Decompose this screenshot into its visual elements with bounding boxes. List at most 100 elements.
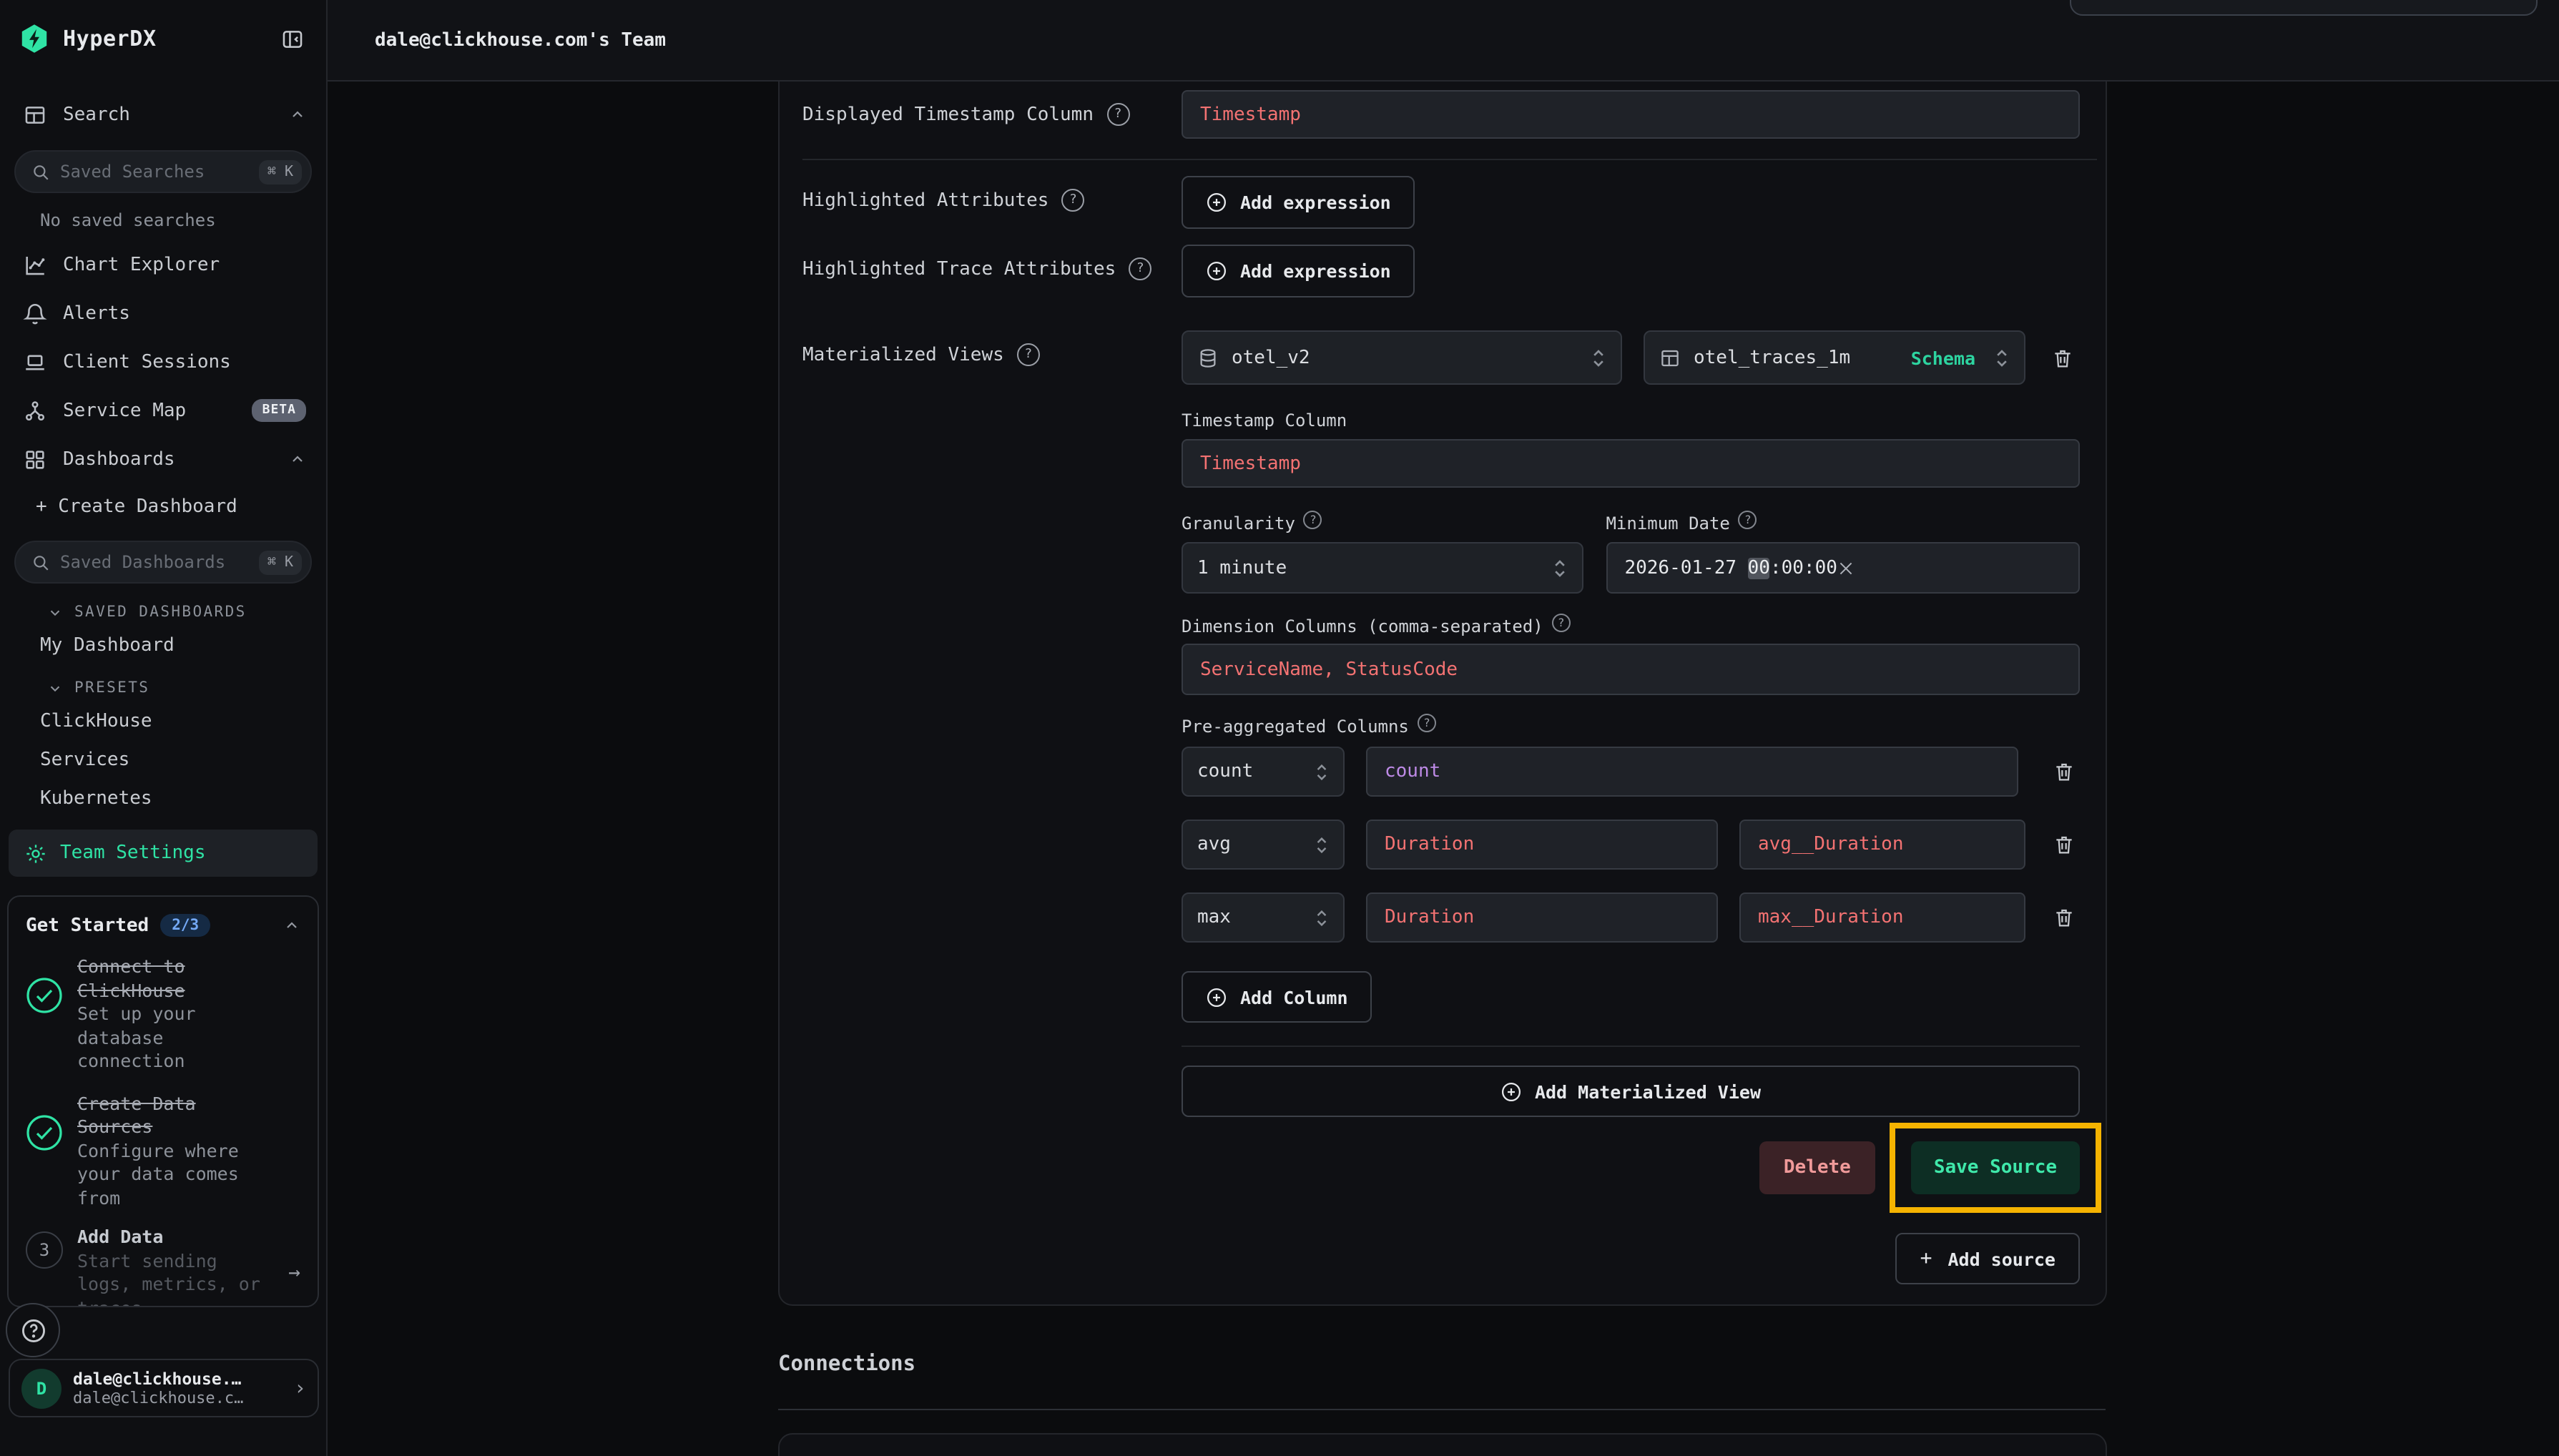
field-label-text: Highlighted Trace Attributes xyxy=(802,258,1116,280)
chevron-up-icon xyxy=(283,917,300,934)
select-chevrons-icon xyxy=(1551,557,1567,579)
save-source-button[interactable]: Save Source xyxy=(1911,1141,2080,1194)
help-button[interactable] xyxy=(6,1303,60,1357)
button-label: Add Materialized View xyxy=(1535,1081,1761,1102)
add-materialized-view-button[interactable]: Add Materialized View xyxy=(1182,1066,2080,1117)
source-settings-card: Displayed Timestamp Column ? Timestamp H… xyxy=(778,82,2107,1306)
create-dashboard-button[interactable]: + Create Dashboard xyxy=(0,483,326,529)
input-value: ServiceName, StatusCode xyxy=(1200,659,1458,680)
clear-date-icon[interactable] xyxy=(1837,516,2061,620)
add-expression-button[interactable]: Add expression xyxy=(1182,176,1415,229)
agg-alias-input[interactable]: max__Duration xyxy=(1739,892,2025,943)
date-suffix: :00:00 xyxy=(1770,557,1837,579)
select-chevrons-icon xyxy=(1315,762,1329,782)
section-saved-dashboards[interactable]: SAVED DASHBOARDS xyxy=(0,584,326,626)
sidebar-item-clickhouse[interactable]: ClickHouse xyxy=(0,702,326,741)
kbd-shortcut: ⌘ K xyxy=(259,159,302,184)
trash-icon xyxy=(2053,905,2076,930)
help-icon[interactable]: ? xyxy=(1106,103,1129,126)
plus-circle-icon xyxy=(1206,986,1227,1008)
sidebar-item-alerts[interactable]: Alerts xyxy=(0,289,326,338)
step-title: Create Data Sources xyxy=(77,1092,280,1139)
agg-fn-select[interactable]: count xyxy=(1182,747,1345,797)
step-description: Configure where your data comes from xyxy=(77,1139,280,1210)
saved-dashboards-input[interactable] xyxy=(60,552,249,572)
help-icon[interactable]: ? xyxy=(1304,510,1322,528)
get-started-header[interactable]: Get Started 2/3 xyxy=(26,914,300,937)
minimum-date-input[interactable]: 2026-01-27 00:00:00 xyxy=(1606,542,2080,594)
sidebar-item-kubernetes[interactable]: Kubernetes xyxy=(0,779,326,818)
sidebar-item-my-dashboard[interactable]: My Dashboard xyxy=(0,626,326,665)
settings-content: Displayed Timestamp Column ? Timestamp H… xyxy=(328,82,2559,1456)
section-presets[interactable]: PRESETS xyxy=(0,665,326,702)
dimension-columns-input[interactable]: ServiceName, StatusCode xyxy=(1182,644,2080,695)
agg-alias-input[interactable]: avg__Duration xyxy=(1739,820,2025,870)
saved-dashboards-searchbox[interactable]: ⌘ K xyxy=(14,541,312,584)
sidebar-item-dashboards[interactable]: Dashboards xyxy=(0,435,326,483)
help-icon[interactable]: ? xyxy=(1739,510,1757,528)
step-description: Set up your database connection xyxy=(77,1003,280,1073)
step-description: Start sending logs, metrics, or traces xyxy=(77,1249,271,1307)
help-icon[interactable]: ? xyxy=(1418,713,1436,732)
database-select[interactable]: otel_v2 xyxy=(1182,330,1622,385)
add-column-button[interactable]: Add Column xyxy=(1182,971,1372,1023)
saved-searches-searchbox[interactable]: ⌘ K xyxy=(14,150,312,193)
trash-icon xyxy=(2053,759,2076,784)
input-value: Timestamp xyxy=(1200,104,1301,125)
get-started-step-sources[interactable]: Create Data Sources Configure where your… xyxy=(26,1092,300,1210)
get-started-title: Get Started xyxy=(26,915,149,936)
sidebar-item-service-map[interactable]: Service Map BETA xyxy=(0,386,326,435)
delete-column-button[interactable] xyxy=(2048,755,2080,788)
granularity-select[interactable]: 1 minute xyxy=(1182,542,1583,594)
sidebar-item-label: Search xyxy=(63,104,289,125)
sidebar-item-search[interactable]: Search xyxy=(0,90,326,139)
get-started-step-add-data[interactable]: 3 Add Data Start sending logs, metrics, … xyxy=(26,1226,300,1307)
agg-fn-select[interactable]: avg xyxy=(1182,820,1345,870)
get-started-step-connect[interactable]: Connect to ClickHouse Set up your databa… xyxy=(26,955,300,1073)
help-icon[interactable]: ? xyxy=(1061,189,1084,212)
form-actions: Delete Save Source xyxy=(780,1123,2106,1213)
delete-column-button[interactable] xyxy=(2048,828,2080,861)
table-select[interactable]: otel_traces_1m Schema xyxy=(1644,330,2025,385)
add-source-button[interactable]: + Add source xyxy=(1896,1233,2080,1284)
help-icon[interactable]: ? xyxy=(1129,257,1151,280)
agg-expression-input[interactable]: Duration xyxy=(1366,892,1718,943)
search-icon xyxy=(31,162,50,181)
sidebar-collapse-icon[interactable] xyxy=(277,24,308,54)
mv-timestamp-input[interactable]: Timestamp xyxy=(1182,439,2080,488)
sidebar-item-client-sessions[interactable]: Client Sessions xyxy=(0,338,326,386)
materialized-views-row: Materialized Views ? otel_v2 xyxy=(780,330,2106,1023)
floating-panel-cutoff xyxy=(2070,0,2538,16)
saved-searches-input[interactable] xyxy=(60,162,249,182)
agg-expression-input[interactable]: Duration xyxy=(1366,820,1718,870)
field-label-text: Highlighted Attributes xyxy=(802,190,1048,211)
delete-source-button[interactable]: Delete xyxy=(1759,1141,1875,1194)
sidebar-item-team-settings[interactable]: Team Settings xyxy=(9,830,318,877)
agg-fn-select[interactable]: max xyxy=(1182,892,1345,943)
preagg-columns-label: Pre-aggregated Columns ? xyxy=(1182,717,2080,737)
help-icon[interactable]: ? xyxy=(1552,613,1571,631)
gear-icon xyxy=(24,842,47,865)
input-value: count xyxy=(1385,761,1440,782)
mini-label-text: Granularity xyxy=(1182,513,1295,533)
delete-view-button[interactable] xyxy=(2047,341,2078,374)
tutorial-highlight-box: Save Source xyxy=(1890,1123,2101,1213)
main-area: dale@clickhouse.com's Team Displayed Tim… xyxy=(328,0,2559,1456)
sidebar-item-label: Dashboards xyxy=(63,448,289,470)
selected-table: otel_traces_1m xyxy=(1694,347,1850,368)
displayed-timestamp-input[interactable]: Timestamp xyxy=(1182,90,2080,139)
sidebar-item-services[interactable]: Services xyxy=(0,741,326,779)
agg-expression-input[interactable]: count xyxy=(1366,747,2018,797)
sidebar-item-label: Service Map xyxy=(63,400,252,421)
help-icon[interactable]: ? xyxy=(1017,343,1040,366)
field-label: Displayed Timestamp Column ? xyxy=(802,90,1182,126)
select-chevrons-icon xyxy=(1591,347,1606,368)
sidebar-item-chart-explorer[interactable]: Chart Explorer xyxy=(0,240,326,289)
schema-link[interactable]: Schema xyxy=(1911,347,1975,368)
no-saved-searches-note: No saved searches xyxy=(0,193,326,233)
user-menu[interactable]: D dale@clickhouse.… dale@clickhouse.c… › xyxy=(9,1359,319,1417)
selected-fn: count xyxy=(1197,761,1253,782)
add-expression-button[interactable]: Add expression xyxy=(1182,245,1415,297)
delete-column-button[interactable] xyxy=(2048,901,2080,934)
step-text: Connect to ClickHouse Set up your databa… xyxy=(77,955,280,1073)
